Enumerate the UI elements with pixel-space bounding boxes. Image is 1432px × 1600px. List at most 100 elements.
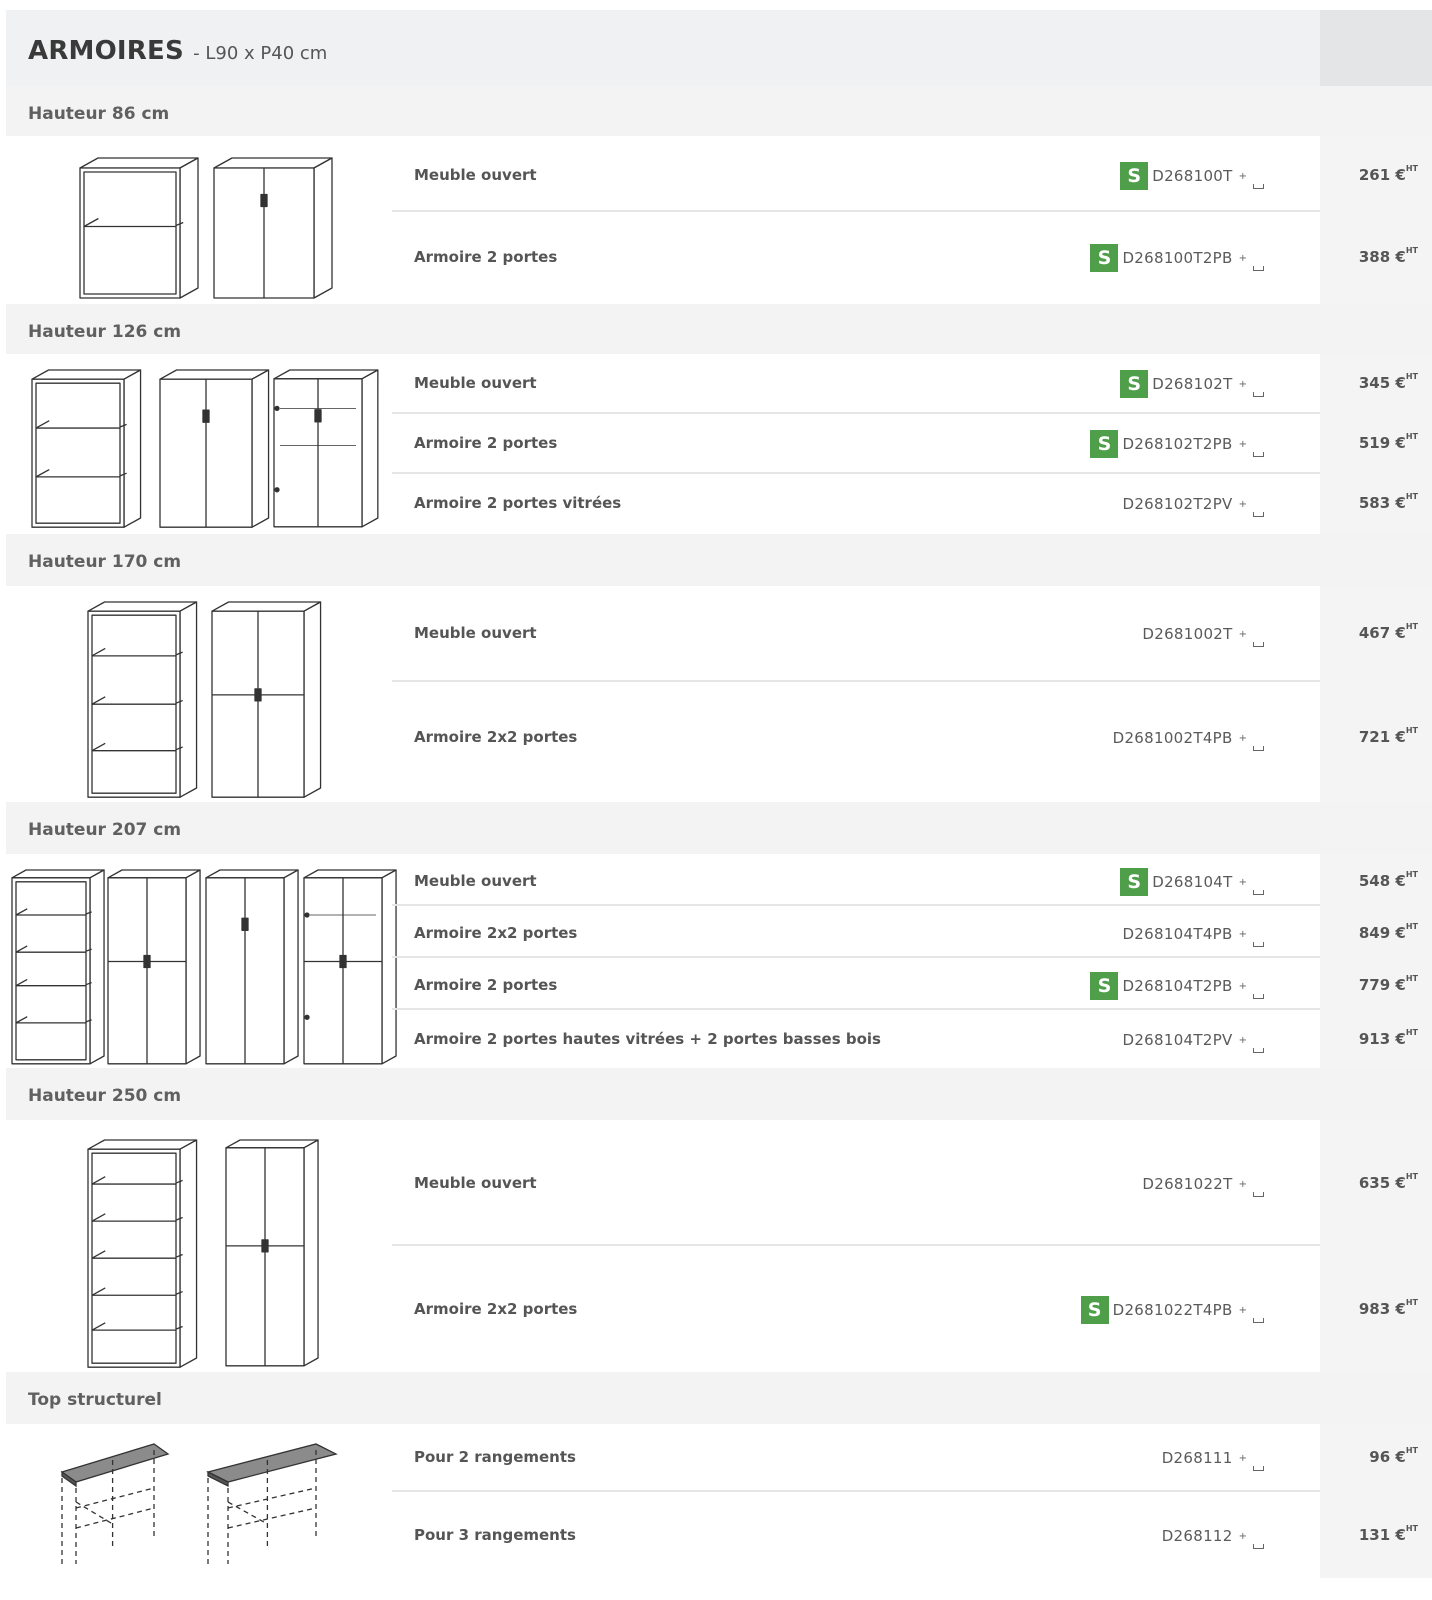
product-price: 388 €HT <box>1358 246 1418 266</box>
product-reference[interactable]: D268102T <box>1152 375 1232 393</box>
product-row[interactable]: Armoire 2x2 portes D268104T4PB + <box>392 906 1320 958</box>
product-row[interactable]: Armoire 2x2 portes D2681002T4PB + <box>392 682 1320 802</box>
section-heading-bar: Top structurel <box>6 1372 1432 1424</box>
tax-label: HT <box>1405 164 1418 173</box>
tax-label: HT <box>1405 492 1418 501</box>
product-reference[interactable]: D2681022T <box>1142 1175 1232 1193</box>
product-description: Meuble ouvert <box>414 166 537 184</box>
product-row[interactable]: Meuble ouvert S D268104T + <box>392 854 1320 906</box>
reference-group: S D268104T2PB + <box>1090 972 1264 1000</box>
product-reference[interactable]: D268102T2PV <box>1122 495 1232 513</box>
section-body: 467 €HT 721 €HT Meuble ouvert D2681002T + Arm… <box>6 586 1432 802</box>
product-price: 983 €HT <box>1358 1298 1418 1318</box>
price-column-bg: 96 €HT 131 €HT <box>1320 1424 1432 1578</box>
cabinet-illustration <box>213 157 333 299</box>
finish-option-icon <box>1253 1543 1264 1549</box>
product-row[interactable]: Meuble ouvert D2681022T + <box>392 1120 1320 1246</box>
product-row[interactable]: Armoire 2 portes S D268104T2PB + <box>392 958 1320 1010</box>
product-description: Meuble ouvert <box>414 1174 537 1192</box>
price-column-bg: 345 €HT 519 €HT 583 €HT <box>1320 354 1432 534</box>
section-heading: Hauteur 86 cm <box>28 104 170 124</box>
price-value: 983 <box>1358 1300 1391 1318</box>
product-price: 261 €HT <box>1359 164 1418 184</box>
product-row[interactable]: Armoire 2 portes vitrées D268102T2PV + <box>392 474 1320 534</box>
header-price-column <box>1320 10 1432 86</box>
reference-group: D268111 + <box>1162 1444 1264 1472</box>
product-reference[interactable]: D268104T2PB <box>1122 977 1232 995</box>
glass-cabinet-illustration <box>273 369 379 528</box>
product-row[interactable]: Armoire 2 portes S D268100T2PB + <box>392 212 1320 304</box>
cabinet-illustration <box>225 1139 319 1367</box>
finish-option-icon <box>1253 391 1264 397</box>
product-row[interactable]: Pour 2 rangements D268111 + <box>392 1424 1320 1492</box>
product-rows: Meuble ouvert S D268104T + Armoire 2x2 porte… <box>392 854 1320 1068</box>
product-reference[interactable]: D268104T <box>1152 873 1232 891</box>
product-reference[interactable]: D268104T2PV <box>1122 1031 1232 1049</box>
section-heading-bar: Hauteur 250 cm <box>6 1068 1432 1120</box>
cabinet-illustration <box>211 601 322 798</box>
section-body: 635 €HT 983 €HT Meuble ouvert D2681022T + Arm… <box>6 1120 1432 1372</box>
price-value: 519 <box>1358 434 1391 452</box>
product-price: 583 €HT <box>1359 492 1418 512</box>
reference-group: S D268102T + <box>1120 370 1264 398</box>
product-row[interactable]: Meuble ouvert S D268100T + <box>392 136 1320 212</box>
price-value: 779 <box>1358 976 1391 994</box>
currency-symbol: € <box>1390 624 1406 642</box>
price-value: 96 <box>1369 1448 1391 1466</box>
stock-badge: S <box>1120 162 1149 190</box>
reference-group: D2681002T4PB + <box>1113 724 1264 752</box>
price-value: 849 <box>1358 924 1391 942</box>
product-row[interactable]: Armoire 2 portes S D268102T2PB + <box>392 414 1320 474</box>
price-value: 131 <box>1358 1526 1391 1544</box>
finish-option-icon <box>1253 265 1264 271</box>
product-illustrations <box>6 1424 392 1578</box>
product-illustrations <box>6 354 392 534</box>
product-price: 96 €HT <box>1369 1446 1418 1466</box>
plus-icon: + <box>1238 498 1247 510</box>
price-value: 913 <box>1358 1030 1391 1048</box>
product-reference[interactable]: D2681002T <box>1142 625 1232 643</box>
product-reference[interactable]: D268111 <box>1162 1449 1233 1467</box>
product-description: Armoire 2 portes <box>414 248 558 266</box>
plus-icon: + <box>1238 1034 1247 1046</box>
plus-icon: + <box>1238 732 1247 744</box>
product-reference[interactable]: D268102T2PB <box>1122 435 1232 453</box>
product-reference[interactable]: D2681002T4PB <box>1113 729 1233 747</box>
open-cabinet-illustration <box>31 369 142 528</box>
finish-option-icon <box>1253 641 1264 647</box>
product-description: Armoire 2 portes <box>414 434 558 452</box>
plus-icon: + <box>1238 252 1247 264</box>
section-heading-bar: Hauteur 126 cm <box>6 304 1432 354</box>
plus-icon: + <box>1238 928 1247 940</box>
currency-symbol: € <box>1390 872 1406 890</box>
section-heading-bar: Hauteur 207 cm <box>6 802 1432 854</box>
open-cabinet-illustration <box>87 1139 198 1368</box>
section-body: 548 €HT 849 €HT 779 €HT 913 €HT Meuble ouver… <box>6 854 1432 1068</box>
price-value: 388 <box>1358 248 1391 266</box>
product-row[interactable]: Pour 3 rangements D268112 + <box>392 1492 1320 1578</box>
product-row[interactable]: Armoire 2 portes hautes vitrées + 2 port… <box>392 1010 1320 1068</box>
product-price: 635 €HT <box>1358 1172 1418 1192</box>
product-row[interactable]: Armoire 2x2 portes S D2681022T4PB + <box>392 1246 1320 1372</box>
product-price: 467 €HT <box>1359 622 1418 642</box>
currency-symbol: € <box>1390 434 1406 452</box>
finish-option-icon <box>1253 1465 1264 1471</box>
open-cabinet-illustration <box>79 157 199 299</box>
finish-option-icon <box>1253 183 1264 189</box>
product-reference[interactable]: D268104T4PB <box>1122 925 1232 943</box>
product-reference[interactable]: D268100T <box>1152 167 1232 185</box>
currency-symbol: € <box>1390 248 1406 266</box>
product-row[interactable]: Meuble ouvert D2681002T + <box>392 586 1320 682</box>
product-price: 131 €HT <box>1358 1524 1418 1544</box>
price-column-bg: 467 €HT 721 €HT <box>1320 586 1432 802</box>
product-description: Meuble ouvert <box>414 872 537 890</box>
product-price: 721 €HT <box>1359 726 1418 746</box>
product-reference[interactable]: D2681022T4PB <box>1113 1301 1233 1319</box>
price-value: 548 <box>1358 872 1391 890</box>
product-price: 779 €HT <box>1358 974 1418 994</box>
product-row[interactable]: Meuble ouvert S D268102T + <box>392 354 1320 414</box>
tax-label: HT <box>1405 922 1418 931</box>
product-reference[interactable]: D268112 <box>1162 1527 1233 1545</box>
price-value: 635 <box>1358 1174 1391 1192</box>
product-reference[interactable]: D268100T2PB <box>1122 249 1232 267</box>
